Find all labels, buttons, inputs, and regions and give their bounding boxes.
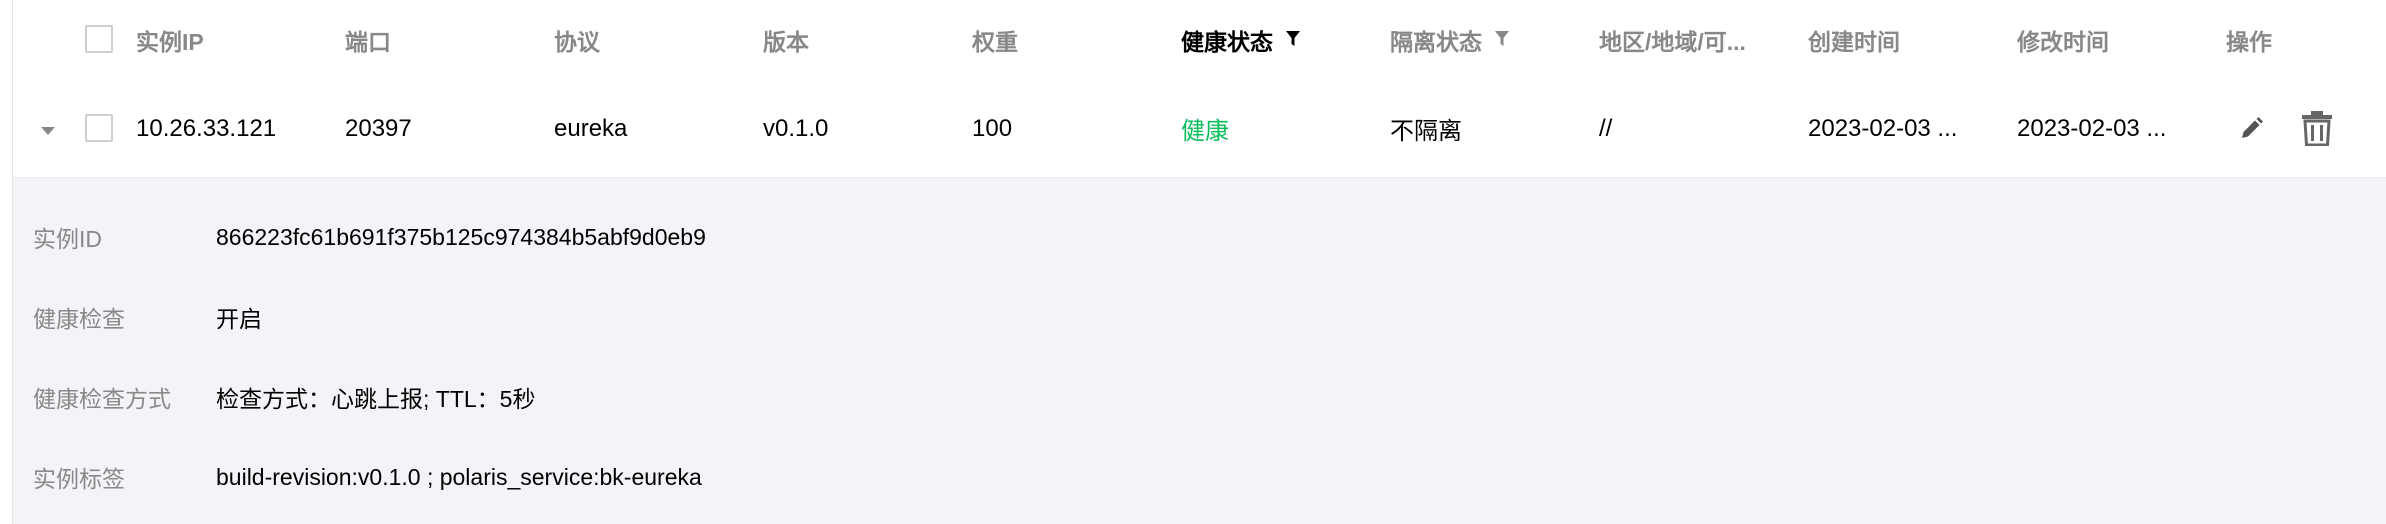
header-weight[interactable]: 权重 [972,0,1152,80]
header-isolate-label: 隔离状态 [1390,29,1482,55]
caret-down-icon[interactable] [40,124,56,142]
header-protocol-label: 协议 [554,29,600,55]
header-created-time[interactable]: 创建时间 [1808,0,1988,80]
header-actions: 操作 [2226,0,2366,80]
header-location-label: 地区/地域/可... [1599,29,1746,55]
row-detail-panel: 实例ID 866223fc61b691f375b125c974384b5abf9… [13,178,2386,524]
detail-label: 健康检查 [33,306,125,332]
detail-label: 健康检查方式 [33,386,171,412]
header-health-status[interactable]: 健康状态 [1181,0,1371,80]
header-health-label: 健康状态 [1181,29,1273,55]
header-protocol[interactable]: 协议 [554,0,734,80]
cell-created-time: 2023-02-03 ... [1808,114,1958,142]
trash-icon[interactable] [2300,110,2334,151]
header-version-label: 版本 [763,29,809,55]
row-checkbox[interactable] [85,114,113,142]
cell-weight: 100 [972,114,1013,142]
header-location[interactable]: 地区/地域/可... [1599,0,1779,80]
header-ip-label: 实例IP [136,29,204,55]
instance-table: 实例IP 端口 协议 版本 权重 健康状态 隔离状态 地区/地域/可... 创建… [12,0,2386,524]
filter-icon[interactable] [1285,27,1301,54]
header-modified-label: 修改时间 [2017,29,2109,55]
cell-port: 20397 [345,114,412,142]
header-created-label: 创建时间 [1808,29,1900,55]
header-actions-label: 操作 [2226,29,2272,55]
cell-ip: 10.26.33.121 [136,114,277,142]
header-ip[interactable]: 实例IP [136,0,316,80]
detail-label: 实例ID [33,226,102,252]
detail-label: 实例标签 [33,466,125,492]
detail-value: 866223fc61b691f375b125c974384b5abf9d0eb9 [216,223,706,250]
header-weight-label: 权重 [972,29,1018,55]
cell-location: // [1599,114,1613,142]
detail-value: build-revision:v0.1.0 ; polaris_service:… [216,463,702,490]
header-port-label: 端口 [345,29,391,55]
header-isolate-status[interactable]: 隔离状态 [1390,0,1580,80]
table-header: 实例IP 端口 协议 版本 权重 健康状态 隔离状态 地区/地域/可... 创建… [13,0,2386,82]
detail-value: 检查方式：心跳上报; TTL：5秒 [216,386,536,412]
cell-health-status: 健康 [1181,118,1229,145]
cell-isolate-status: 不隔离 [1390,118,1462,145]
header-modified-time[interactable]: 修改时间 [2017,0,2197,80]
cell-protocol: eureka [554,114,628,142]
cell-modified-time: 2023-02-03 ... [2017,114,2167,142]
header-port[interactable]: 端口 [345,0,525,80]
filter-icon[interactable] [1494,27,1510,54]
edit-icon[interactable] [2238,116,2264,147]
cell-version: v0.1.0 [763,114,829,142]
select-all-checkbox[interactable] [85,25,113,53]
table-row[interactable]: 10.26.33.121 20397 eureka v0.1.0 100 健康 … [13,80,2386,178]
detail-value: 开启 [216,306,262,332]
header-version[interactable]: 版本 [763,0,943,80]
